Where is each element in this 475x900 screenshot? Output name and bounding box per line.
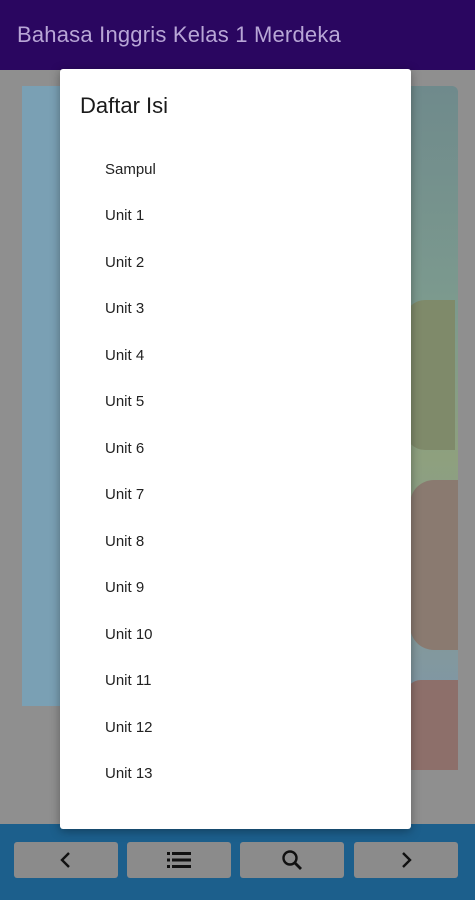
toc-list: Sampul Unit 1 Unit 2 Unit 3 Unit 4 Unit … xyxy=(60,146,411,797)
dialog-title: Daftar Isi xyxy=(80,93,169,118)
toc-item-unit-13[interactable]: Unit 13 xyxy=(60,751,411,798)
table-of-contents-dialog: Daftar Isi Sampul Unit 1 Unit 2 Unit 3 U… xyxy=(60,69,411,829)
toc-item-unit-6[interactable]: Unit 6 xyxy=(60,425,411,472)
cover-decoration xyxy=(22,86,62,706)
toc-item-unit-10[interactable]: Unit 10 xyxy=(60,611,411,658)
chevron-right-icon xyxy=(402,852,412,868)
chevron-left-icon xyxy=(60,852,70,868)
search-button[interactable] xyxy=(240,842,344,878)
app-bar: Bahasa Inggris Kelas 1 Merdeka xyxy=(0,0,475,70)
toc-item-unit-11[interactable]: Unit 11 xyxy=(60,658,411,705)
toc-item-unit-2[interactable]: Unit 2 xyxy=(60,239,411,286)
cover-decoration xyxy=(405,300,455,450)
toc-item-unit-4[interactable]: Unit 4 xyxy=(60,332,411,379)
toc-item-unit-5[interactable]: Unit 5 xyxy=(60,379,411,426)
toc-item-unit-3[interactable]: Unit 3 xyxy=(60,286,411,333)
search-icon xyxy=(282,850,302,870)
previous-page-button[interactable] xyxy=(14,842,118,878)
table-of-contents-button[interactable] xyxy=(127,842,231,878)
cover-decoration xyxy=(410,480,458,650)
toc-item-unit-12[interactable]: Unit 12 xyxy=(60,704,411,751)
list-icon xyxy=(167,852,191,868)
toc-item-unit-9[interactable]: Unit 9 xyxy=(60,565,411,612)
toc-item-unit-8[interactable]: Unit 8 xyxy=(60,518,411,565)
app-title: Bahasa Inggris Kelas 1 Merdeka xyxy=(17,22,341,47)
next-page-button[interactable] xyxy=(354,842,458,878)
bottom-navigation xyxy=(0,824,475,900)
toc-item-unit-1[interactable]: Unit 1 xyxy=(60,193,411,240)
cover-decoration xyxy=(405,680,458,770)
toc-item-sampul[interactable]: Sampul xyxy=(60,146,411,193)
toc-item-unit-7[interactable]: Unit 7 xyxy=(60,472,411,519)
